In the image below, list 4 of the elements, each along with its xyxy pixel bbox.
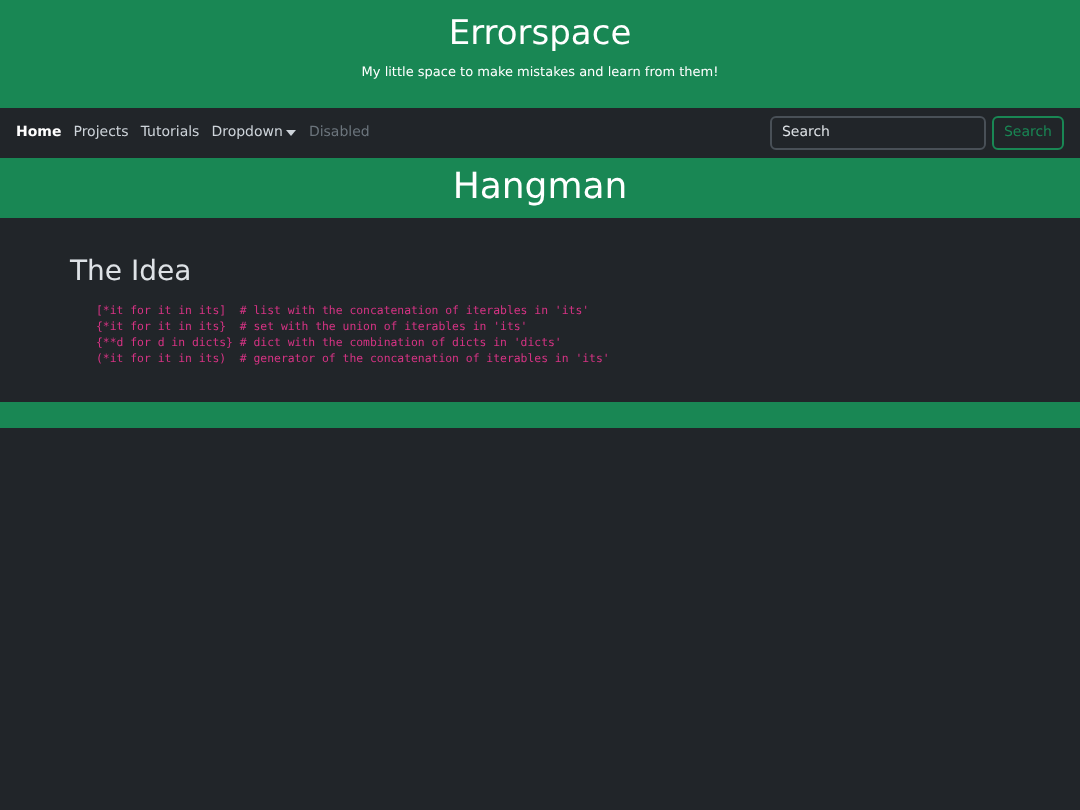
- section-heading: The Idea: [70, 254, 194, 290]
- caret-icon: [286, 129, 297, 135]
- site-title: Errorspace: [448, 12, 632, 56]
- page-title: Hangman: [452, 164, 628, 212]
